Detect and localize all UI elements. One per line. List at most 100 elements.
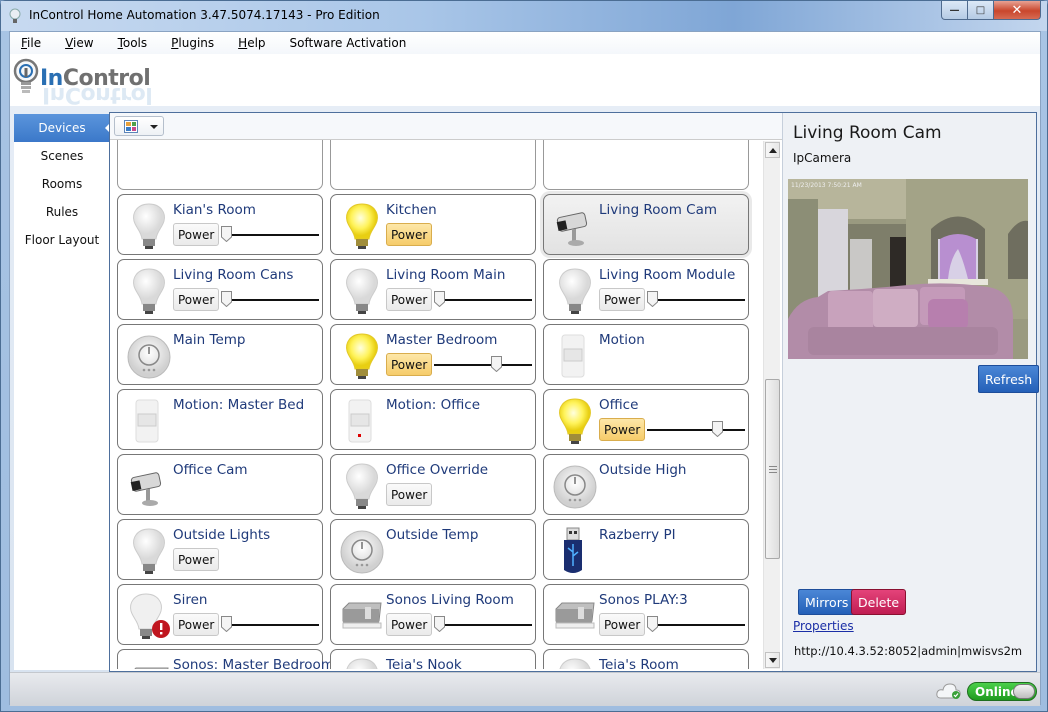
device-tile[interactable]: Office Power	[543, 389, 749, 450]
sidebar-item-devices[interactable]: Devices	[14, 114, 111, 142]
sidebar-item-rooms[interactable]: Rooms	[14, 170, 110, 198]
power-button[interactable]: Power	[386, 288, 433, 311]
delete-button[interactable]: Delete	[851, 589, 907, 615]
dimmer-slider[interactable]	[221, 291, 319, 308]
device-tile[interactable]: Razberry PI	[543, 519, 749, 580]
slider-thumb[interactable]	[647, 616, 658, 633]
device-tile[interactable]: Sonos: Master BedroomPower	[117, 649, 334, 669]
power-button[interactable]: Power	[599, 613, 646, 636]
online-toggle[interactable]: Online	[967, 682, 1037, 701]
thermostat-icon	[339, 526, 385, 576]
maximize-icon: □	[975, 4, 986, 16]
cloud-connected-icon	[936, 683, 961, 699]
menu-file[interactable]: File	[21, 36, 41, 50]
device-list-scrollbar[interactable]	[763, 141, 780, 669]
power-button[interactable]: Power	[173, 613, 220, 636]
power-button[interactable]: Power	[173, 548, 220, 571]
slider-thumb[interactable]	[712, 421, 723, 438]
light-bulb-on-icon	[339, 201, 385, 251]
device-tile[interactable]: Living Room Module Power	[543, 259, 749, 320]
sidebar-item-scenes[interactable]: Scenes	[14, 142, 110, 170]
dimmer-slider[interactable]	[221, 226, 319, 243]
device-tile[interactable]: Motion: Master Bed	[117, 389, 323, 450]
dimmer-slider[interactable]	[434, 291, 532, 308]
slider-thumb[interactable]	[221, 226, 232, 243]
device-name: Motion: Office	[386, 397, 481, 413]
device-tile[interactable]: Motion	[543, 324, 749, 385]
scroll-down-button[interactable]	[765, 652, 780, 668]
device-tile[interactable]: Siren Power	[117, 584, 323, 645]
view-mode-dropdown[interactable]	[114, 116, 164, 136]
device-name: Motion: Master Bed	[173, 397, 305, 413]
device-tile[interactable]: Sonos PLAY:3 Power	[543, 584, 749, 645]
chevron-down-icon	[150, 125, 158, 129]
device-name: Office Override	[386, 462, 489, 478]
power-button[interactable]: Power	[599, 418, 646, 441]
dimmer-slider[interactable]	[647, 616, 745, 633]
menu-plugins[interactable]: Plugins	[171, 36, 214, 50]
light-bulb-off-icon	[552, 656, 598, 669]
power-button[interactable]: Power	[386, 483, 433, 506]
close-button[interactable]: ✕	[994, 1, 1041, 20]
device-tile[interactable]: Motion: Office	[330, 389, 536, 450]
device-tile[interactable]: Office Override Power	[330, 454, 536, 515]
slider-thumb[interactable]	[434, 291, 445, 308]
mirrors-button[interactable]: Mirrors	[798, 589, 856, 615]
dimmer-slider[interactable]	[647, 291, 745, 308]
device-tile[interactable]: Living Room Cam	[543, 194, 749, 255]
device-name: Kian's Room	[173, 202, 256, 218]
slider-thumb[interactable]	[434, 616, 445, 633]
power-button[interactable]: Power	[599, 288, 646, 311]
device-tile[interactable]: Teja's RoomPower	[543, 649, 749, 669]
device-tile[interactable]: Kitchen Power	[330, 194, 536, 255]
dimmer-slider[interactable]	[434, 616, 532, 633]
device-tile[interactable]: Master Bedroom Power	[330, 324, 536, 385]
device-tile[interactable]: Living Room Main Power	[330, 259, 536, 320]
device-name: Outside Lights	[173, 527, 271, 543]
power-button[interactable]: Power	[386, 353, 433, 376]
device-tile[interactable]: Outside Lights Power	[117, 519, 323, 580]
dimmer-slider[interactable]	[647, 421, 745, 438]
motion-sensor-icon	[552, 331, 598, 381]
menu-software-activation[interactable]: Software Activation	[290, 36, 407, 50]
device-name: Razberry PI	[599, 527, 676, 543]
minimize-button[interactable]: —	[941, 1, 968, 20]
menu-tools[interactable]: Tools	[118, 36, 148, 50]
maximize-button[interactable]: □	[968, 1, 994, 20]
sidebar-item-rules[interactable]: Rules	[14, 198, 110, 226]
light-bulb-on-icon	[552, 396, 598, 446]
sidebar-item-floor-layout[interactable]: Floor Layout	[14, 226, 110, 254]
device-tile[interactable]: Outside Temp	[330, 519, 536, 580]
device-tile[interactable]: Main Temp	[117, 324, 323, 385]
scrollbar-thumb[interactable]	[765, 379, 780, 559]
minimize-icon: —	[949, 4, 960, 16]
client-area: File View Tools Plugins Help Software Ac…	[9, 31, 1041, 706]
device-tile[interactable]: Office Cam	[117, 454, 323, 515]
arrow-up-icon	[768, 147, 777, 153]
power-button[interactable]: Power	[386, 613, 433, 636]
title-bar: InControl Home Automation 3.47.5074.1714…	[1, 1, 1047, 31]
status-bar: Online	[10, 672, 1040, 706]
device-tile[interactable]: Kian's Room Power	[117, 194, 323, 255]
device-tile[interactable]: Outside High	[543, 454, 749, 515]
slider-thumb[interactable]	[491, 356, 502, 373]
device-tile[interactable]: Teja's NookPower	[330, 649, 536, 669]
dimmer-slider[interactable]	[221, 616, 319, 633]
power-button[interactable]: Power	[173, 288, 220, 311]
light-bulb-off-icon	[126, 266, 172, 316]
device-tile-partial	[543, 140, 749, 190]
thermostat-icon	[552, 461, 598, 511]
menu-help[interactable]: Help	[238, 36, 265, 50]
properties-link[interactable]: Properties	[793, 619, 854, 633]
power-button[interactable]: Power	[173, 223, 220, 246]
slider-thumb[interactable]	[647, 291, 658, 308]
scroll-up-button[interactable]	[765, 142, 780, 158]
slider-thumb[interactable]	[221, 616, 232, 633]
refresh-button[interactable]: Refresh	[978, 365, 1040, 393]
slider-thumb[interactable]	[221, 291, 232, 308]
device-tile[interactable]: Sonos Living Room Power	[330, 584, 536, 645]
power-button[interactable]: Power	[386, 223, 433, 246]
dimmer-slider[interactable]	[434, 356, 532, 373]
device-tile[interactable]: Living Room Cans Power	[117, 259, 323, 320]
menu-view[interactable]: View	[65, 36, 93, 50]
